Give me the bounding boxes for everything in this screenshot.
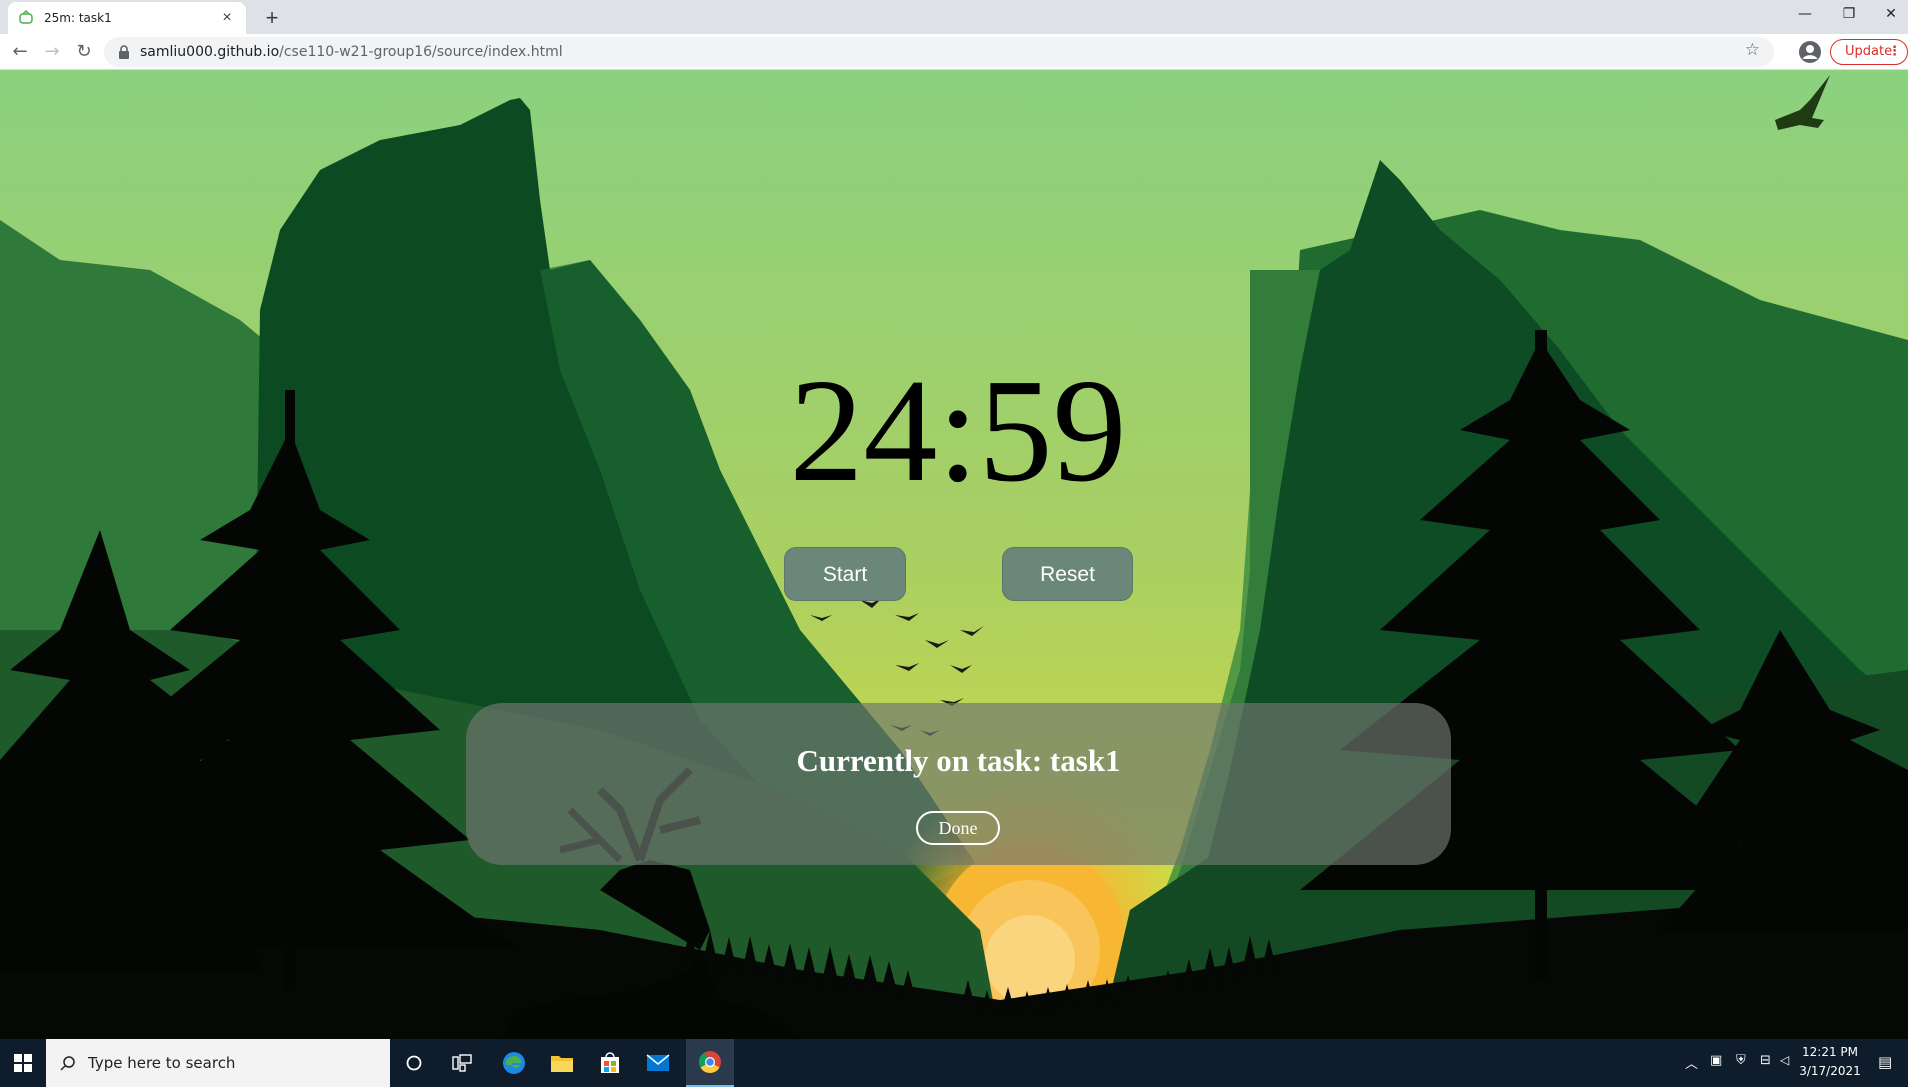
- restore-button[interactable]: ❐: [1826, 0, 1872, 30]
- tray-security-icon[interactable]: ⛨: [1736, 1053, 1746, 1068]
- current-task-panel: Currently on task: task1 Done: [466, 703, 1451, 865]
- forward-button[interactable]: →: [38, 38, 66, 66]
- forest-background-illustration: [0, 70, 1908, 1039]
- url-host: samliu000.github.io: [140, 44, 280, 60]
- countdown-timer: 24:59: [789, 349, 1127, 513]
- new-tab-button[interactable]: +: [258, 4, 286, 32]
- web-page: 24:59 Start Reset Currently on task: tas…: [0, 70, 1908, 1039]
- address-bar[interactable]: samliu000.github.io/cse110-w21-group16/s…: [104, 37, 1774, 67]
- tray-device-icon[interactable]: ▣: [1710, 1053, 1722, 1068]
- clock-time: 12:21 PM: [1802, 1045, 1858, 1059]
- taskbar-search-box[interactable]: Type here to search: [46, 1039, 390, 1087]
- clock-date: 3/17/2021: [1799, 1064, 1861, 1078]
- profile-avatar-icon[interactable]: [1798, 40, 1822, 64]
- tab-title: 25m: task1: [44, 11, 112, 25]
- browser-toolbar: ← → ↻ samliu000.github.io/cse110-w21-gro…: [0, 34, 1908, 70]
- url-path: /cse110-w21-group16/source/index.html: [279, 44, 563, 60]
- mail-icon[interactable]: [634, 1039, 682, 1087]
- browser-tab-strip: 25m: task1 × + — ❐ ✕: [0, 0, 1908, 34]
- system-clock[interactable]: 12:21 PM 3/17/2021: [1792, 1043, 1868, 1081]
- done-button[interactable]: Done: [916, 811, 1000, 845]
- notifications-icon[interactable]: ▤: [1878, 1053, 1892, 1071]
- reload-button[interactable]: ↻: [70, 38, 98, 66]
- update-label: Update: [1845, 44, 1893, 59]
- back-button[interactable]: ←: [6, 38, 34, 66]
- store-icon[interactable]: [586, 1039, 634, 1087]
- lock-icon: [119, 45, 129, 59]
- current-task-text: Currently on task: task1: [796, 743, 1121, 778]
- volume-icon[interactable]: ◁: [1780, 1053, 1789, 1067]
- update-button[interactable]: Update ⋮: [1830, 39, 1908, 65]
- more-menu-icon: ⋮: [1888, 44, 1901, 59]
- search-icon: [60, 1056, 75, 1071]
- search-placeholder: Type here to search: [88, 1054, 236, 1072]
- browser-tab[interactable]: 25m: task1 ×: [8, 2, 246, 34]
- reset-button[interactable]: Reset: [1002, 547, 1133, 601]
- tray-overflow-icon[interactable]: ︿: [1685, 1053, 1698, 1072]
- tab-close-icon[interactable]: ×: [218, 9, 236, 27]
- task-view-icon[interactable]: [438, 1039, 486, 1087]
- windows-taskbar: Type here to search ︿ ▣ ⛨ ⊟ ◁ 12:21 PM 3…: [0, 1039, 1908, 1087]
- file-explorer-icon[interactable]: [538, 1039, 586, 1087]
- minimize-button[interactable]: —: [1782, 0, 1828, 30]
- start-button[interactable]: Start: [784, 547, 906, 601]
- windows-logo-icon: [14, 1054, 32, 1072]
- edge-icon[interactable]: [490, 1039, 538, 1087]
- cortana-icon[interactable]: [390, 1039, 438, 1087]
- network-icon[interactable]: ⊟: [1760, 1053, 1771, 1068]
- tomato-favicon-icon: [19, 10, 33, 24]
- close-window-button[interactable]: ✕: [1868, 0, 1908, 30]
- chrome-icon[interactable]: [686, 1039, 734, 1087]
- bookmark-star-icon[interactable]: ☆: [1745, 40, 1760, 60]
- windows-start-button[interactable]: [0, 1039, 46, 1087]
